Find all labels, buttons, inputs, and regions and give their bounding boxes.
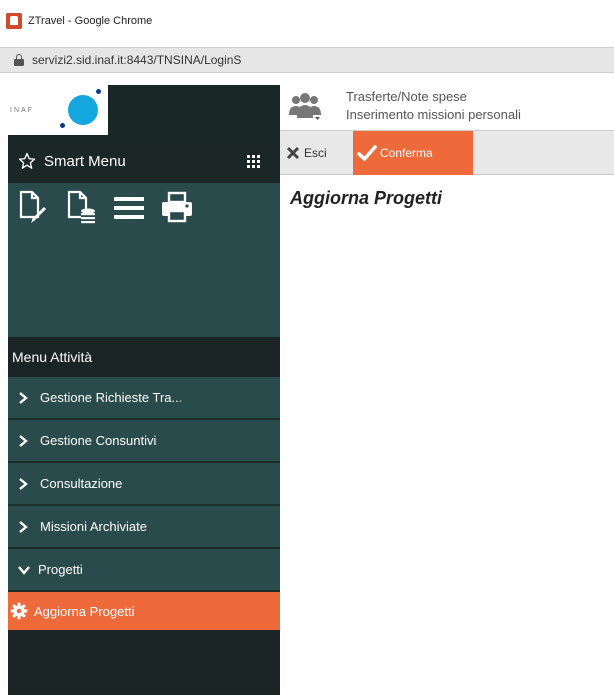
conferma-label: Conferma [380,146,433,160]
header-module-title: Trasferte/Note spese [346,89,467,104]
new-document-database-icon[interactable] [64,189,98,225]
window-title: ZTravel - Google Chrome [28,15,153,27]
close-icon [286,146,300,160]
menu-item-label: Consultazione [40,476,123,491]
menu-header-label: Menu Attività [12,349,93,365]
gear-icon [10,602,28,620]
chevron-right-icon [19,520,28,533]
chevron-right-icon [19,434,28,447]
smart-menu-header[interactable]: Smart Menu [8,139,280,183]
menu-item-label: Missioni Archiviate [40,519,147,534]
menu-item-progetti[interactable]: Progetti [8,549,280,591]
menu-item-label: Progetti [38,562,83,577]
list-icon[interactable] [112,189,146,225]
menu-item-gestione-richieste[interactable]: Gestione Richieste Tra... [8,377,280,419]
logo-area: INAF [8,85,280,139]
sidebar: INAF Smart Menu Menu Attività Gestione R… [8,85,280,695]
smart-menu-label: Smart Menu [44,152,126,170]
inaf-logo[interactable]: INAF [8,85,108,135]
lock-icon[interactable] [14,54,24,66]
users-group-icon[interactable] [288,91,322,123]
menu-item-label: Gestione Consuntivi [40,433,157,448]
app-header: Trasferte/Note spese Inserimento mission… [280,85,614,131]
menu-item-aggiorna-progetti[interactable]: Aggiorna Progetti [8,592,280,630]
check-icon [357,145,377,161]
menu-item-gestione-consuntivi[interactable]: Gestione Consuntivi [8,420,280,462]
esci-label: Esci [304,146,327,160]
action-toolbar: Esci Conferma [280,131,614,175]
chevron-right-icon [19,391,28,404]
smart-tools-row [16,189,194,225]
chevron-right-icon [19,477,28,490]
conferma-button[interactable]: Conferma [353,131,473,175]
menu-attivita-header: Menu Attività [8,337,280,377]
inaf-logo-dot [96,89,101,94]
menu-item-label: Aggiorna Progetti [34,603,135,619]
print-icon[interactable] [160,189,194,225]
header-module-subtitle: Inserimento missioni personali [346,107,521,122]
star-icon[interactable] [18,152,36,170]
page-title: Aggiorna Progetti [290,188,442,208]
smart-tools-panel [8,183,280,337]
window-titlebar: ZTravel - Google Chrome [0,0,614,42]
chevron-down-icon [18,565,30,575]
menu-item-missioni-archiviate[interactable]: Missioni Archiviate [8,506,280,548]
menu-item-label: Gestione Richieste Tra... [40,390,183,405]
address-bar[interactable]: servizi2.sid.inaf.it:8443/TNSINA/LoginS [0,47,614,73]
apps-grid-icon[interactable] [247,155,260,168]
new-document-edit-icon[interactable] [16,189,50,225]
menu-item-consultazione[interactable]: Consultazione [8,463,280,505]
inaf-logo-text: INAF [10,107,34,114]
url-text[interactable]: servizi2.sid.inaf.it:8443/TNSINA/LoginS [32,53,241,67]
sidebar-footer [8,630,280,695]
inaf-logo-dot [60,123,65,128]
inaf-logo-circle [68,95,98,125]
esci-button[interactable]: Esci [286,137,327,169]
ztravel-app-icon [6,13,22,29]
